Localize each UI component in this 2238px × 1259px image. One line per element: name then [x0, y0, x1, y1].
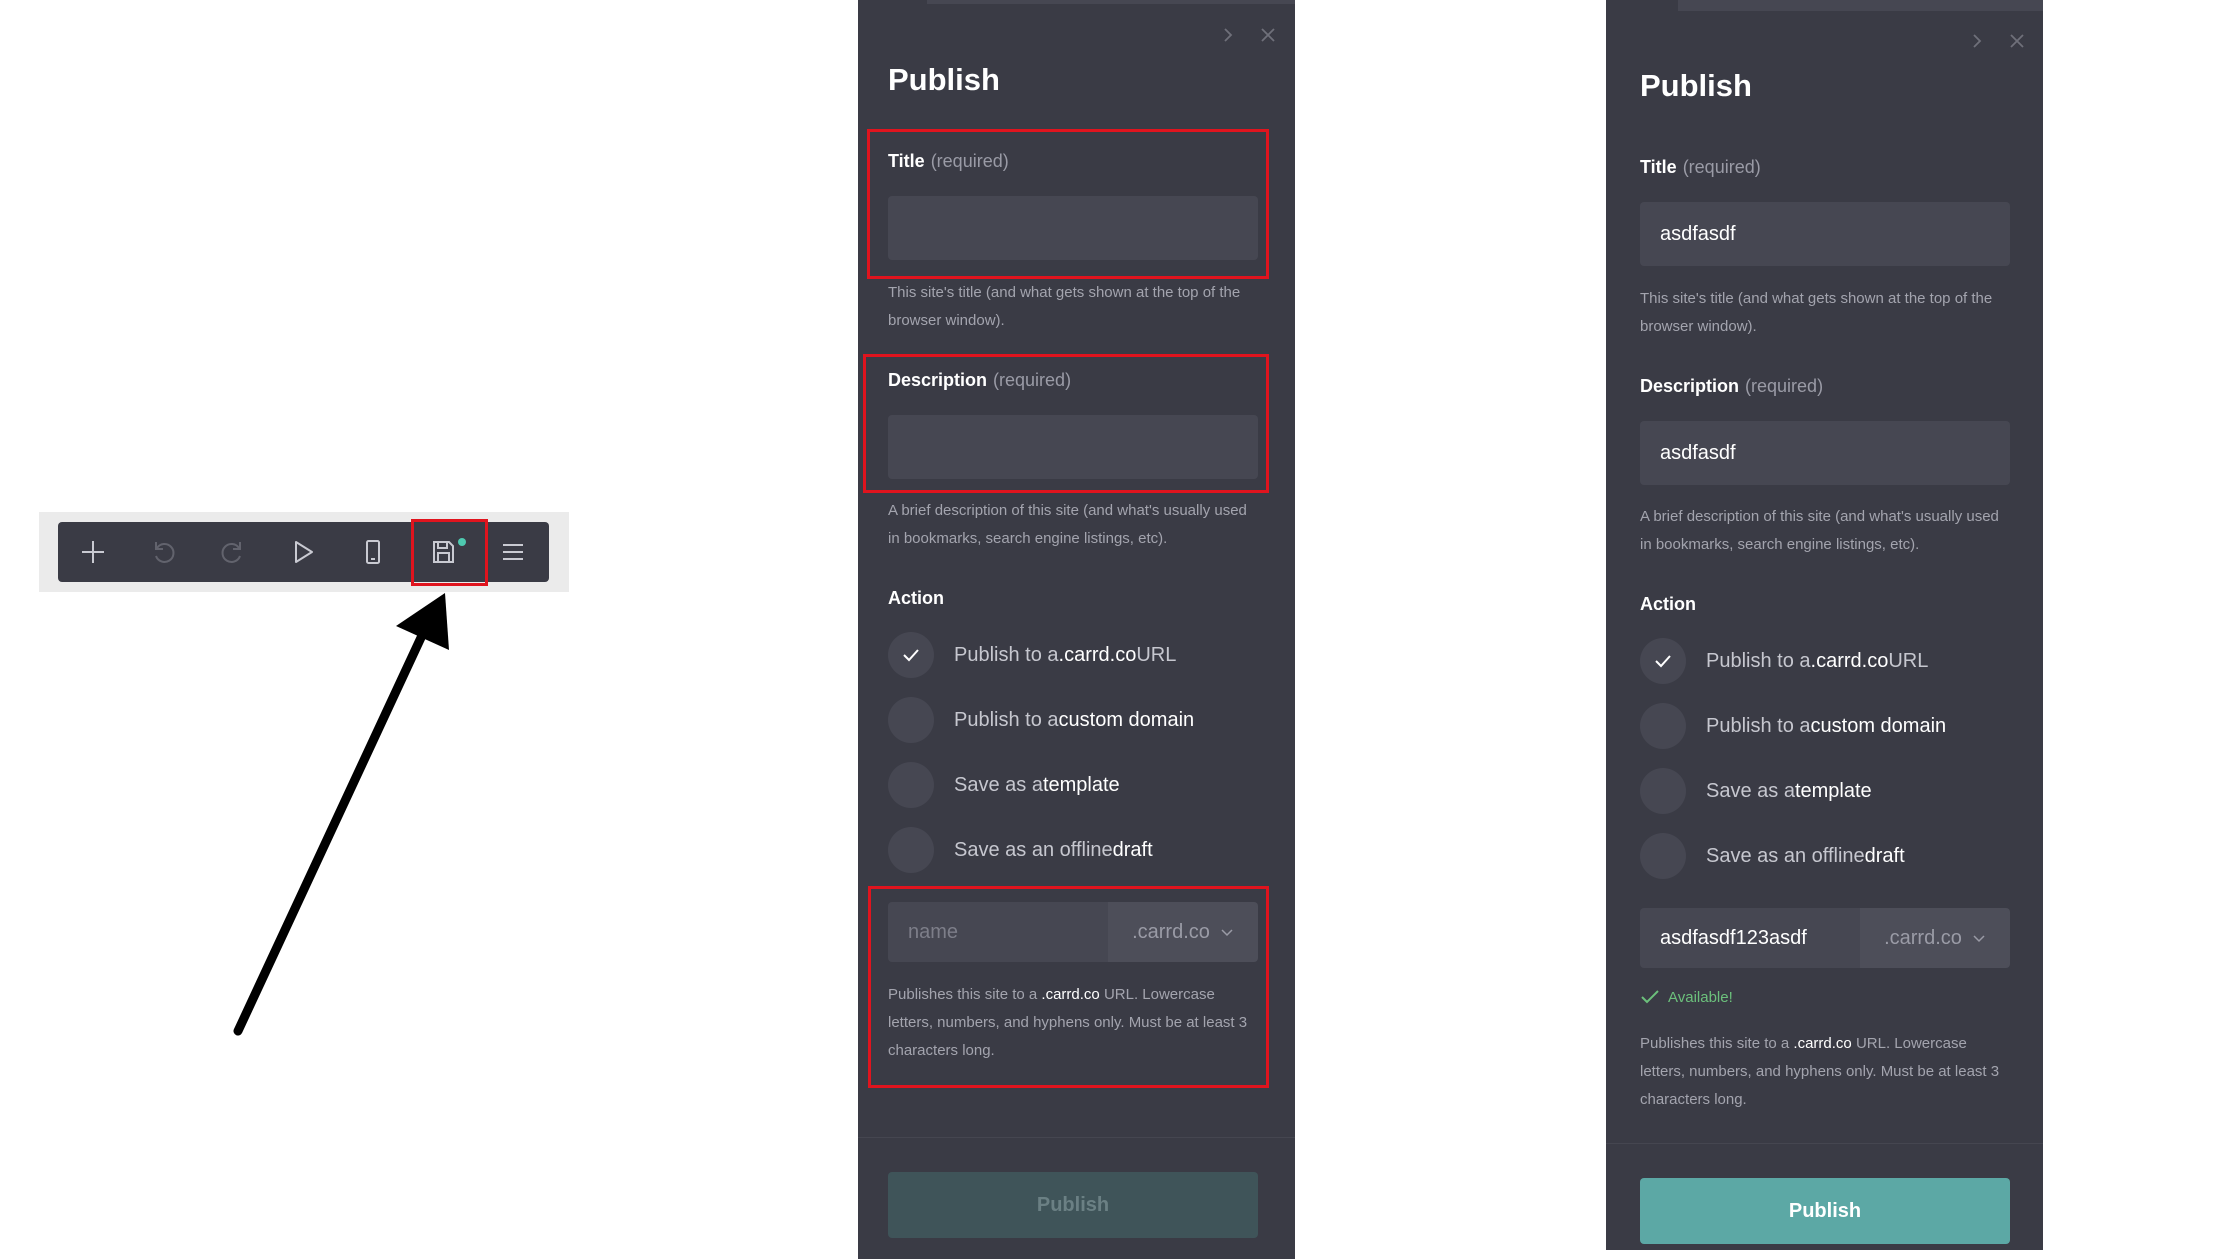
radio-unchecked — [888, 697, 934, 743]
domain-select[interactable]: .carrd.co — [1860, 908, 2010, 968]
panel-top-bar — [1678, 0, 2043, 11]
title-field-highlight — [867, 129, 1269, 279]
panel-controls — [1968, 32, 2026, 50]
publish-panel-filled: Publish Title (required) asdfasdf This si… — [1606, 0, 2043, 1250]
url-field-highlight — [868, 886, 1269, 1088]
check-icon — [903, 649, 919, 662]
title-help-text: This site's title (and what gets shown a… — [1640, 290, 1993, 335]
panel-controls — [1219, 26, 1277, 44]
option-save-offline-draft[interactable]: Save as an offline draft — [1640, 833, 1905, 879]
option-save-template[interactable]: Save as a template — [888, 762, 1120, 808]
option-publish-carrd-url[interactable]: Publish to a .carrd.co URL — [1640, 638, 1928, 684]
publish-button[interactable]: Publish — [1640, 1178, 2010, 1244]
radio-unchecked — [888, 827, 934, 873]
panel-divider — [1606, 1143, 2043, 1144]
option-publish-custom-domain[interactable]: Publish to a custom domain — [888, 697, 1194, 743]
availability-status: Available! — [1640, 987, 1733, 1007]
option-publish-carrd-url[interactable]: Publish to a .carrd.co URL — [888, 632, 1176, 678]
url-help-text: Publishes this site to a .carrd.co URL. … — [1640, 1035, 2000, 1108]
option-save-offline-draft[interactable]: Save as an offline draft — [888, 827, 1153, 873]
description-label: Description (required) — [1640, 376, 1824, 396]
action-label: Action — [1640, 594, 1696, 614]
close-icon[interactable] — [2008, 32, 2026, 50]
option-publish-custom-domain[interactable]: Publish to a custom domain — [1640, 703, 1946, 749]
title-label: Title (required) — [1640, 157, 1761, 177]
radio-unchecked — [1640, 768, 1686, 814]
radio-unchecked — [1640, 833, 1686, 879]
radio-checked — [888, 632, 934, 678]
site-name-input[interactable]: asdfasdf123asdf — [1640, 908, 1860, 968]
required-marker: (required) — [1682, 157, 1761, 177]
required-marker: (required) — [1745, 376, 1824, 396]
title-help-text: This site's title (and what gets shown a… — [888, 284, 1241, 329]
panel-title: Publish — [1640, 68, 1752, 103]
description-input[interactable]: asdfasdf — [1640, 421, 2010, 485]
radio-unchecked — [1640, 703, 1686, 749]
panel-top-bar — [927, 0, 1295, 4]
title-input[interactable]: asdfasdf — [1640, 202, 2010, 266]
radio-unchecked — [888, 762, 934, 808]
check-icon — [1641, 990, 1659, 1004]
action-label: Action — [888, 588, 944, 608]
description-help-text: A brief description of this site (and wh… — [1640, 508, 1999, 553]
carrd-url-field: asdfasdf123asdf .carrd.co — [1640, 908, 2010, 968]
chevron-right-icon[interactable] — [1968, 32, 1986, 50]
description-field-highlight — [863, 354, 1269, 493]
check-icon — [1655, 655, 1671, 668]
close-icon[interactable] — [1259, 26, 1277, 44]
chevron-right-icon[interactable] — [1219, 26, 1237, 44]
panel-title: Publish — [888, 62, 1000, 97]
panel-divider — [858, 1137, 1295, 1138]
chevron-down-icon — [1973, 935, 1985, 943]
option-save-template[interactable]: Save as a template — [1640, 768, 1872, 814]
radio-checked — [1640, 638, 1686, 684]
publish-button-disabled[interactable]: Publish — [888, 1172, 1258, 1238]
description-help-text: A brief description of this site (and wh… — [888, 502, 1247, 547]
